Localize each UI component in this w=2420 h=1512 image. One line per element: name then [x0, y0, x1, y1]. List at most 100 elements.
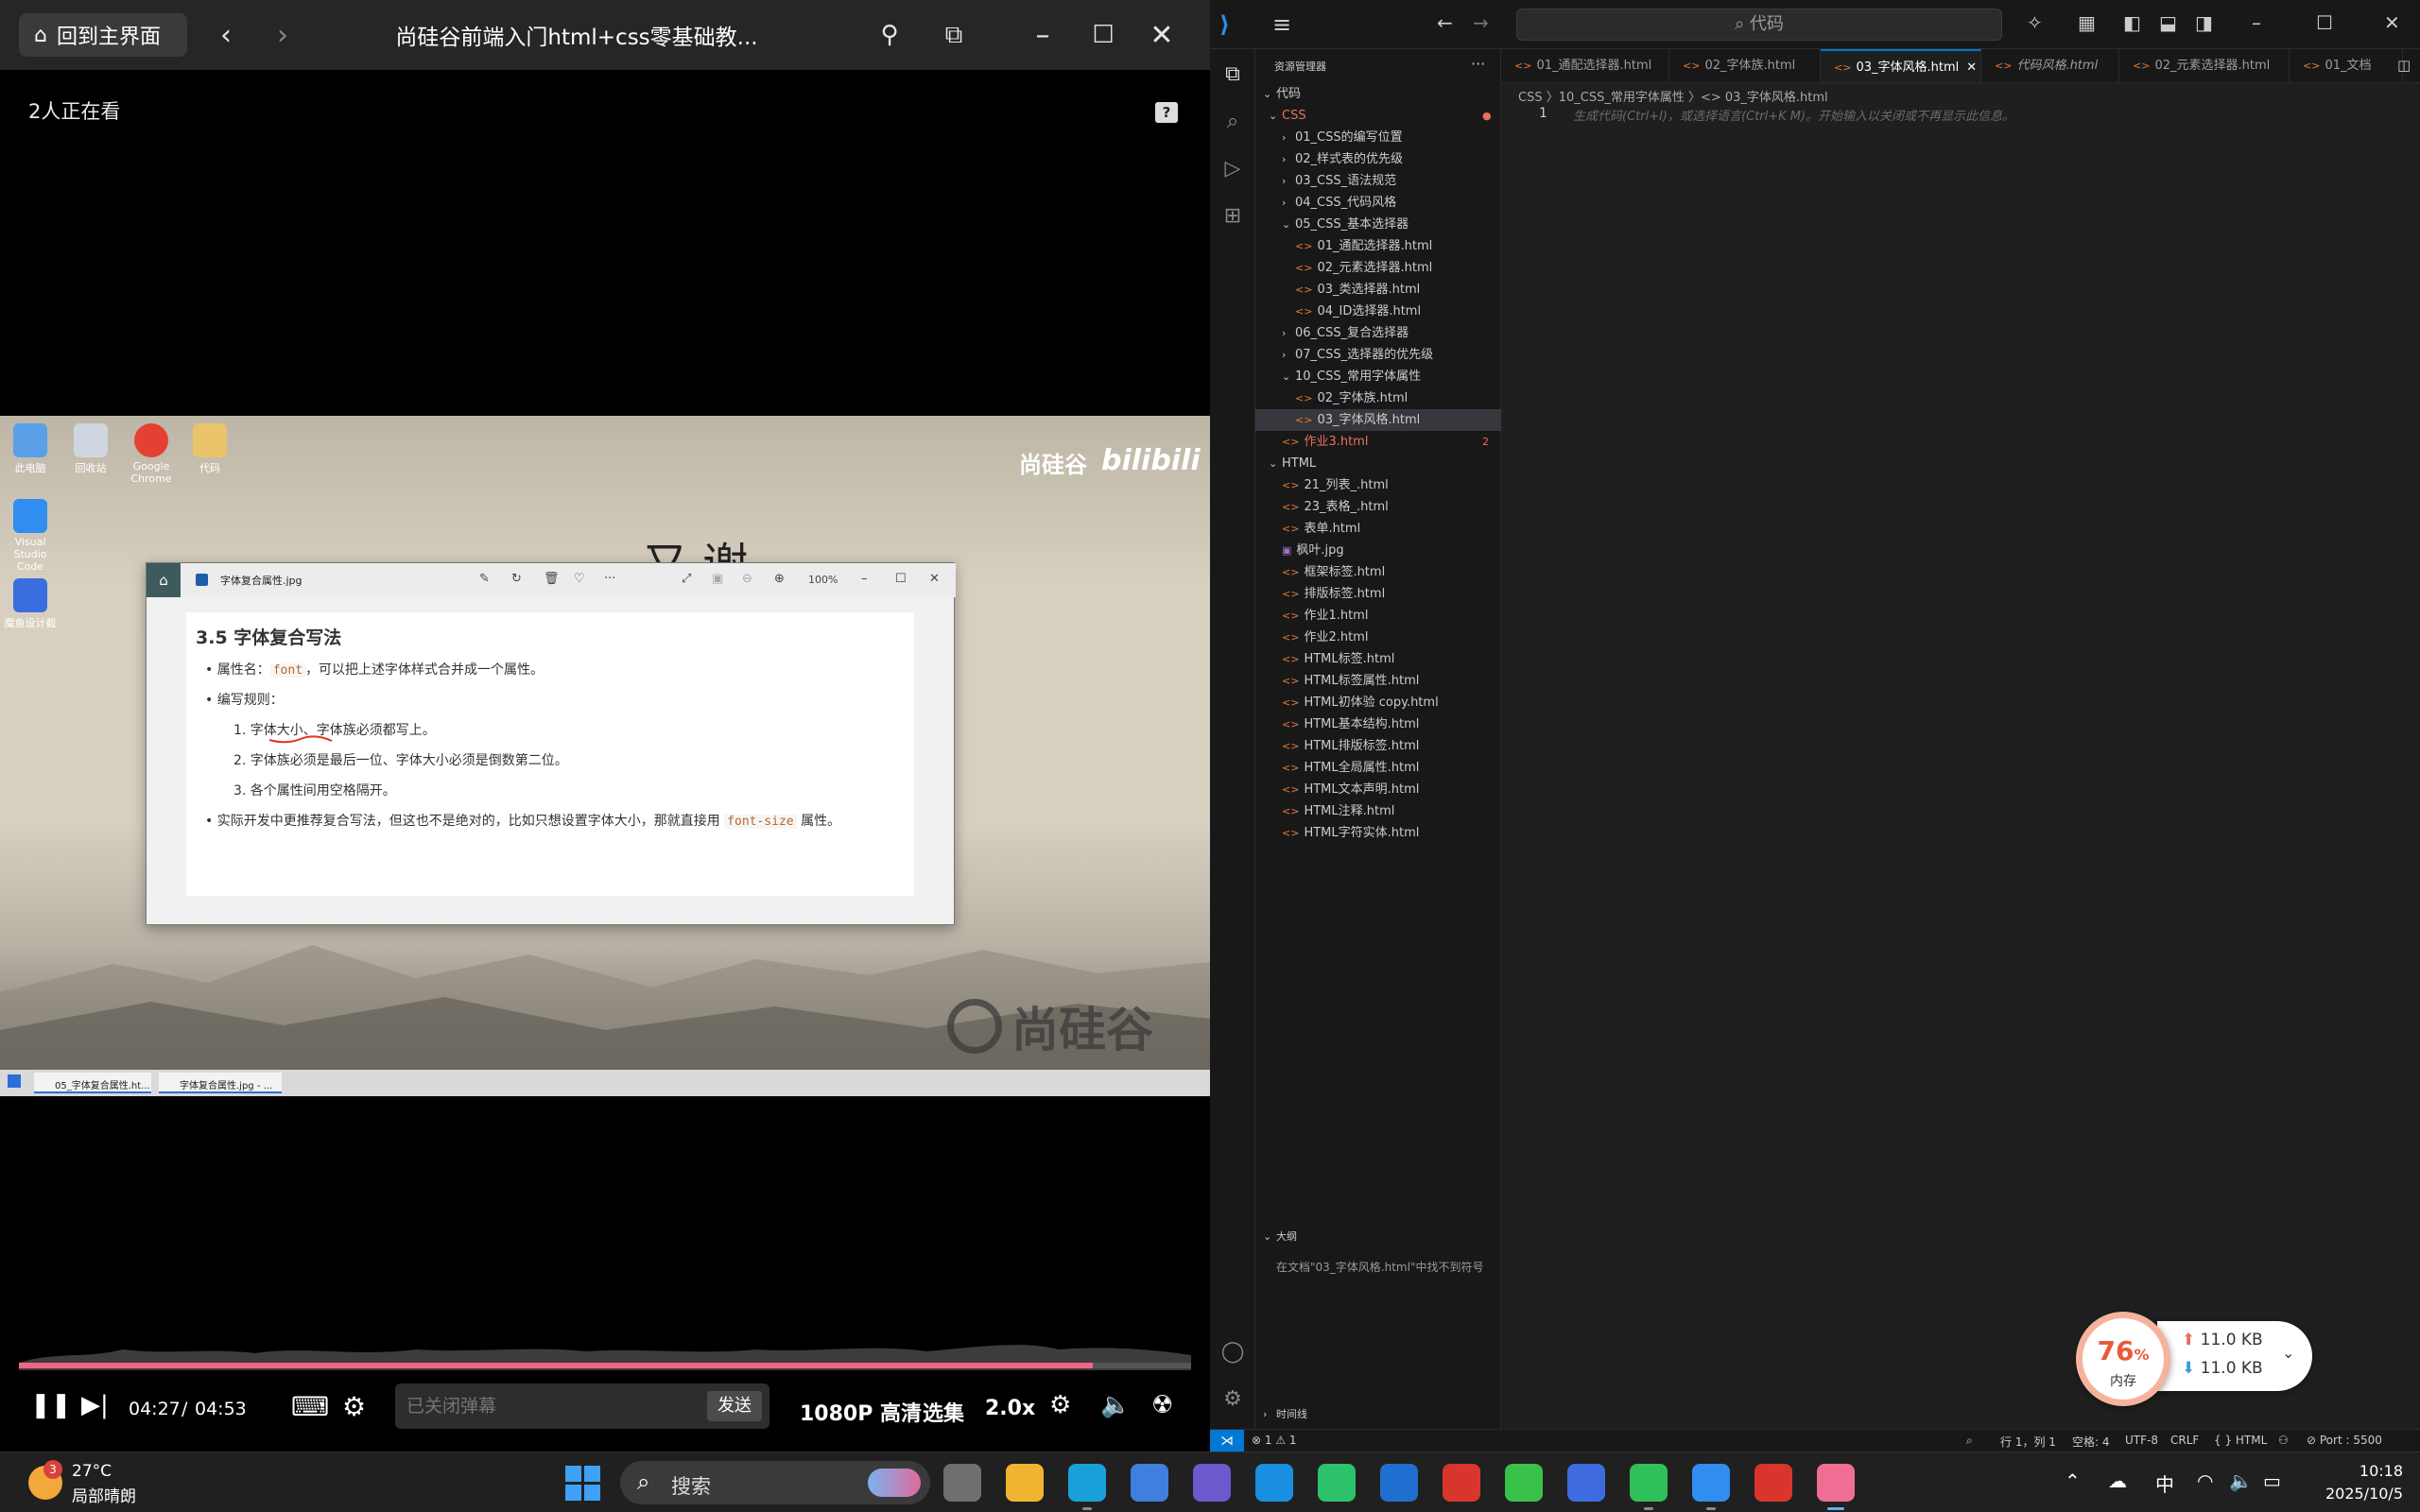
editor-tab[interactable]: <> 02_元素选择器.html	[2119, 49, 2290, 82]
memory-widget[interactable]: ⬆ 11.0 KB ⬇ 11.0 KB ⌄ 76% 内存	[2076, 1312, 2312, 1406]
iqiyi-icon[interactable]	[1505, 1464, 1543, 1502]
tree-file[interactable]: <> 框架标签.html	[1255, 561, 1501, 583]
tree-file[interactable]: <> HTML初体验 copy.html	[1255, 692, 1501, 713]
outlook-icon[interactable]	[1380, 1464, 1418, 1502]
layout-icon[interactable]: ▦	[2078, 11, 2096, 34]
line-ending[interactable]: CRLF	[2170, 1434, 2199, 1447]
desktop-icon-design[interactable]: 魔鱼设计截	[2, 578, 59, 630]
copilot-icon[interactable]: ✧	[2027, 11, 2043, 34]
danmu-settings-icon[interactable]: ⚙	[342, 1391, 366, 1422]
encoding[interactable]: UTF-8	[2125, 1434, 2158, 1447]
editor-tab-active[interactable]: <> 03_字体风格.html ✕	[1821, 49, 1981, 82]
episodes-button[interactable]: 选集	[923, 1397, 964, 1427]
pin-icon[interactable]: ⚲	[870, 15, 909, 55]
chevron-down-icon[interactable]: ⌄	[2282, 1344, 2294, 1362]
video-frame[interactable]: 此电脑 回收站 Google Chrome 代码 Visual Studio C…	[0, 416, 1210, 1096]
tree-file[interactable]: <> 03_类选择器.html	[1255, 279, 1501, 301]
tree-file[interactable]: <> 作业2.html	[1255, 627, 1501, 648]
bookmark-app-icon[interactable]	[1318, 1464, 1356, 1502]
tree-file[interactable]: <> 作业3.html 2	[1255, 431, 1501, 453]
file-explorer-icon[interactable]	[1006, 1464, 1044, 1502]
edge-icon[interactable]	[1068, 1464, 1106, 1502]
tree-file[interactable]: <> HTML标签.html	[1255, 648, 1501, 670]
desktop-icon-recycle-bin[interactable]: 回收站	[62, 423, 119, 475]
tree-folder[interactable]: › 06_CSS_复合选择器	[1255, 322, 1501, 344]
volume-icon[interactable]: 🔈	[1100, 1391, 1131, 1419]
close-icon[interactable]: ✕	[2384, 11, 2400, 34]
desktop-icon-chrome[interactable]: Google Chrome	[123, 423, 180, 485]
progress-bar[interactable]	[19, 1363, 1191, 1368]
mini-window-icon[interactable]: ⧉	[934, 15, 974, 55]
start-button[interactable]	[565, 1466, 601, 1502]
clock-date[interactable]: 2025/10/5	[2295, 1485, 2403, 1503]
language-mode[interactable]: { } HTML	[2214, 1434, 2267, 1447]
desktop-icon-this-pc[interactable]: 此电脑	[2, 423, 59, 475]
tree-folder[interactable]: ⌄ CSS ●	[1255, 105, 1501, 127]
fullscreen-icon[interactable]: ☢	[1151, 1391, 1173, 1419]
close-icon[interactable]: ✕	[1142, 15, 1182, 55]
copilot-status-icon[interactable]: ⚇	[2278, 1434, 2289, 1447]
tree-folder[interactable]: › 04_CSS_代码风格	[1255, 192, 1501, 214]
tree-file[interactable]: <> 作业1.html	[1255, 605, 1501, 627]
close-tab-icon[interactable]: ✕	[1966, 60, 1977, 75]
help-icon[interactable]: ?	[1155, 102, 1178, 123]
toggle-sidebar-icon[interactable]: ◧	[2123, 11, 2141, 34]
copilot-app-icon[interactable]	[1193, 1464, 1231, 1502]
store-icon[interactable]	[1131, 1464, 1168, 1502]
clock-time[interactable]: 10:18	[2314, 1462, 2403, 1480]
menu-icon[interactable]: ≡	[1272, 11, 1291, 38]
command-search[interactable]: ⌕ 代码	[1516, 9, 2002, 41]
bag-app-icon[interactable]	[1567, 1464, 1605, 1502]
extensions-icon[interactable]: ⊞	[1219, 204, 1246, 231]
settings-icon[interactable]: ⚙	[1049, 1391, 1071, 1419]
tree-folder[interactable]: ⌄ HTML	[1255, 453, 1501, 474]
account-icon[interactable]: ◯	[1219, 1340, 1246, 1366]
wechat-icon[interactable]	[1630, 1464, 1668, 1502]
more-icon[interactable]: ···	[1471, 55, 1485, 73]
next-icon[interactable]: ▶|	[81, 1391, 109, 1419]
split-editor-icon[interactable]: ◫	[2397, 57, 2411, 74]
editor-tab[interactable]: <> 01_通配选择器.html	[1501, 49, 1669, 82]
editor-tab[interactable]: <> 02_字体族.html	[1669, 49, 1821, 82]
forward-arrow-icon[interactable]: ›	[263, 15, 302, 55]
nav-back-icon[interactable]: ←	[1437, 11, 1453, 34]
toggle-panel-icon[interactable]: ⬓	[2159, 11, 2177, 34]
wifi-icon[interactable]: ◠	[2197, 1469, 2213, 1492]
tree-file[interactable]: <> 02_元素选择器.html	[1255, 257, 1501, 279]
tree-file[interactable]: <> HTML基本结构.html	[1255, 713, 1501, 735]
ime-indicator[interactable]: 中	[2155, 1469, 2174, 1497]
danmu-toggle-icon[interactable]: ⌨	[291, 1391, 329, 1422]
edge-ai-icon[interactable]	[1255, 1464, 1293, 1502]
remote-icon[interactable]: ⋊	[1210, 1430, 1244, 1452]
minimize-icon[interactable]: –	[2252, 11, 2261, 34]
toggle-secondary-sidebar-icon[interactable]: ◨	[2195, 11, 2213, 34]
tree-file[interactable]: ▣ 枫叶.jpg	[1255, 540, 1501, 561]
search-icon[interactable]: ⌕	[1219, 110, 1246, 136]
live-server-port[interactable]: ⊘ Port : 5500	[2307, 1434, 2382, 1447]
tree-file[interactable]: <> 表单.html	[1255, 518, 1501, 540]
back-to-home-button[interactable]: ⌂ 回到主界面	[19, 13, 187, 57]
tree-file[interactable]: <> 排版标签.html	[1255, 583, 1501, 605]
taskbar-search[interactable]: ⌕ 搜索	[620, 1461, 930, 1504]
quality-button[interactable]: 1080P 高清	[800, 1397, 922, 1427]
maximize-icon[interactable]: ☐	[1083, 15, 1123, 55]
tree-file[interactable]: <> HTML字符实体.html	[1255, 822, 1501, 844]
send-button[interactable]: 发送	[707, 1391, 762, 1421]
indentation[interactable]: 空格: 4	[2072, 1434, 2110, 1450]
desktop-icon-vscode[interactable]: Visual Studio Code	[2, 499, 59, 573]
tree-file[interactable]: <> 21_列表_.html	[1255, 474, 1501, 496]
explorer-icon[interactable]: ⧉	[1219, 62, 1246, 89]
maximize-icon[interactable]: ☐	[2316, 11, 2333, 34]
editor-hint[interactable]: 生成代码(Ctrl+I)，或选择语言(Ctrl+K M)。开始输入以关闭或不再显…	[1573, 106, 2014, 124]
problems-count[interactable]: ⊗ 1 ⚠ 1	[1252, 1434, 1297, 1447]
wps-icon[interactable]	[1443, 1464, 1480, 1502]
speaker-icon[interactable]: 🔈	[2229, 1469, 2253, 1492]
zoom-icon[interactable]: ⌕	[1966, 1434, 1973, 1448]
tree-folder[interactable]: ⌄ 05_CSS_基本选择器	[1255, 214, 1501, 235]
network-off-icon[interactable]: ☁	[2108, 1469, 2127, 1492]
breadcrumb[interactable]: CSS 〉10_CSS_常用字体属性 〉<> 03_字体风格.html	[1518, 87, 1828, 105]
manage-gear-icon[interactable]: ⚙	[1219, 1387, 1246, 1414]
tree-file[interactable]: <> 03_字体风格.html	[1255, 409, 1501, 431]
nav-forward-icon[interactable]: →	[1473, 11, 1489, 34]
tree-file[interactable]: <> 01_通配选择器.html	[1255, 235, 1501, 257]
